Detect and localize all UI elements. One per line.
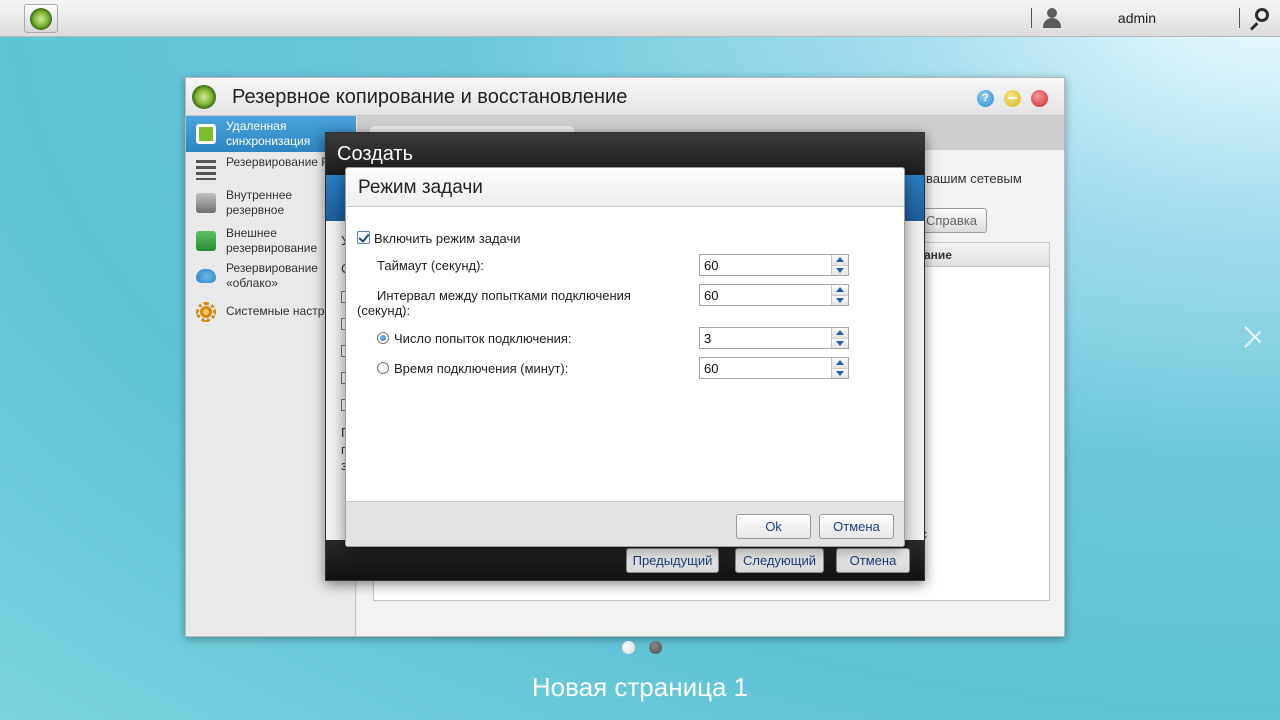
connect-time-label[interactable]: Время подключения (минут): <box>394 361 568 376</box>
gear-icon <box>196 302 216 322</box>
connect-time-radio[interactable] <box>377 362 389 374</box>
page-dot-1[interactable] <box>622 641 635 654</box>
external-backup-icon <box>196 231 216 251</box>
remote-sync-icon <box>196 124 216 144</box>
wizard-title: Создать <box>337 143 414 165</box>
spin-up-icon[interactable] <box>831 255 848 265</box>
timeout-input[interactable] <box>700 255 830 275</box>
previous-button[interactable]: Предыдущий <box>626 548 719 573</box>
connect-time-spinner[interactable] <box>699 357 849 379</box>
window-title-bar[interactable]: Резервное копирование и восстановление ? <box>186 78 1064 116</box>
table-column-header[interactable]: ание <box>924 248 952 262</box>
task-mode-dialog: Режим задачи Включить режим задачи Тайма… <box>345 167 905 547</box>
attempts-spinner[interactable] <box>699 327 849 349</box>
spin-down-icon[interactable] <box>831 265 848 275</box>
username[interactable]: admin <box>1100 10 1174 26</box>
spin-down-icon[interactable] <box>831 368 848 378</box>
next-button[interactable]: Следующий <box>735 548 824 573</box>
dialog-title-bar: Режим задачи <box>346 168 904 207</box>
ok-button[interactable]: Ok <box>736 514 811 539</box>
search-icon[interactable] <box>1249 7 1271 31</box>
internal-backup-icon <box>196 193 216 213</box>
top-bar: admin <box>0 0 1280 37</box>
app-launcher-button[interactable] <box>24 4 58 33</box>
dialog-footer: Ok Отмена <box>346 501 904 546</box>
attempts-radio[interactable] <box>377 332 389 344</box>
description-text: вашим сетевым <box>926 171 1022 186</box>
next-page-arrow-icon[interactable] <box>1243 316 1269 356</box>
retry-interval-spinner[interactable] <box>699 284 849 306</box>
enable-task-mode-label[interactable]: Включить режим задачи <box>374 231 521 246</box>
wizard-cancel-button[interactable]: Отмена <box>836 548 910 573</box>
top-bar-separator <box>1239 8 1240 28</box>
desktop-page-name: Новая страница 1 <box>531 672 749 702</box>
close-icon[interactable] <box>1031 90 1048 107</box>
spin-down-icon[interactable] <box>831 295 848 305</box>
connect-time-input[interactable] <box>700 358 830 378</box>
minimize-icon[interactable] <box>1004 90 1021 107</box>
spin-up-icon[interactable] <box>831 358 848 368</box>
ftp-icon <box>196 160 216 180</box>
backup-app-icon <box>192 85 216 109</box>
attempts-label[interactable]: Число попыток подключения: <box>394 331 572 346</box>
attempts-input[interactable] <box>700 328 830 348</box>
help-button[interactable]: Справка <box>921 208 987 233</box>
top-bar-separator <box>1031 8 1032 28</box>
timeout-label: Таймаут (секунд): <box>377 258 485 273</box>
cancel-button[interactable]: Отмена <box>819 514 894 539</box>
spin-down-icon[interactable] <box>831 338 848 348</box>
backup-app-icon <box>30 7 52 30</box>
retry-interval-label: Интервал между попытками подключения (се… <box>357 288 631 318</box>
cloud-icon <box>196 269 216 283</box>
spin-up-icon[interactable] <box>831 285 848 295</box>
page-dot-2[interactable] <box>649 641 662 654</box>
enable-task-mode-checkbox[interactable] <box>357 231 370 244</box>
help-icon[interactable]: ? <box>977 90 994 107</box>
timeout-spinner[interactable] <box>699 254 849 276</box>
spin-up-icon[interactable] <box>831 328 848 338</box>
retry-interval-input[interactable] <box>700 285 830 305</box>
user-icon[interactable] <box>1041 7 1063 29</box>
dialog-title: Режим задачи <box>358 177 483 198</box>
window-title: Резервное копирование и восстановление <box>232 86 628 108</box>
